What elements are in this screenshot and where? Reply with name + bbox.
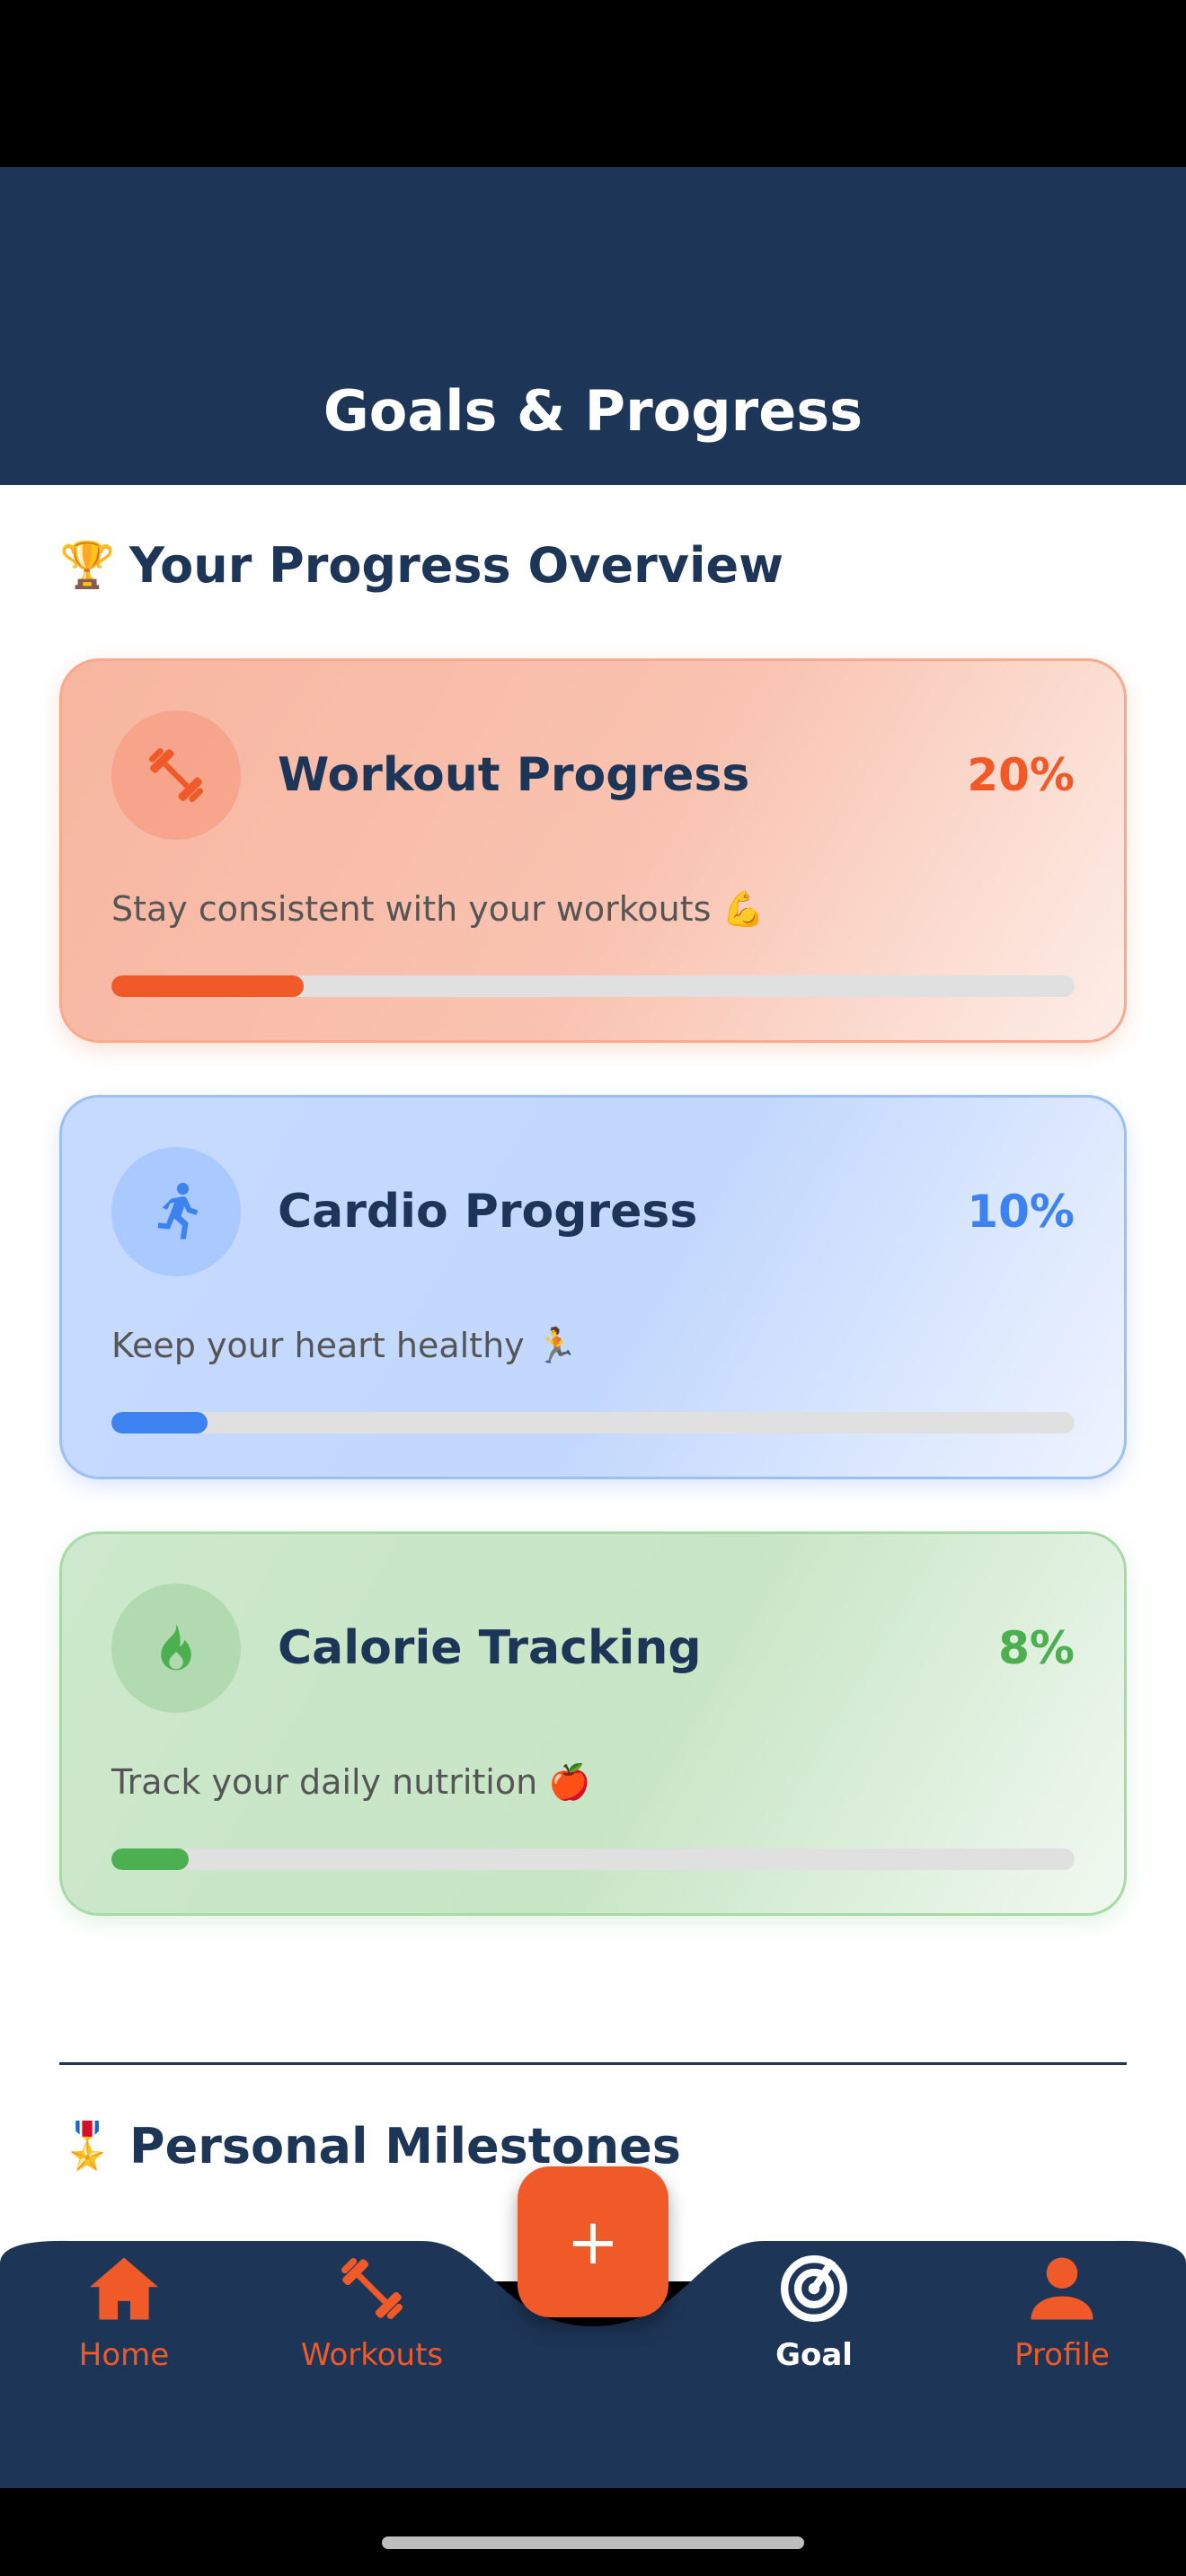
card-percent: 10% — [967, 1186, 1075, 1238]
card-percent: 20% — [967, 749, 1075, 801]
dumbbell-icon — [111, 710, 241, 840]
medal-icon: 🎖️ — [59, 2120, 116, 2172]
progress-track — [111, 975, 1075, 997]
home-icon — [90, 2257, 158, 2320]
nav-label: Home — [78, 2337, 170, 2373]
section-divider — [59, 2062, 1127, 2065]
calorie-tracking-card[interactable]: Calorie Tracking 8% Track your daily nut… — [59, 1531, 1127, 1916]
home-indicator-area — [0, 2488, 1186, 2576]
card-percent: 8% — [998, 1622, 1075, 1674]
flame-icon — [111, 1584, 241, 1713]
card-subtitle: Stay consistent with your workouts 💪 — [111, 889, 765, 929]
nav-item-home[interactable]: Home — [25, 2254, 223, 2375]
status-bar — [0, 0, 1186, 167]
nav-label: Workouts — [300, 2337, 444, 2373]
nav-item-profile[interactable]: Profile — [963, 2254, 1161, 2375]
home-indicator[interactable] — [382, 2536, 804, 2549]
card-title: Cardio Progress — [278, 1185, 698, 1239]
card-title: Workout Progress — [278, 748, 750, 802]
overview-title: Your Progress Overview — [129, 537, 783, 594]
card-title: Calorie Tracking — [278, 1621, 702, 1675]
nav-item-goal[interactable]: Goal — [715, 2254, 913, 2375]
cardio-progress-card[interactable]: Cardio Progress 10% Keep your heart heal… — [59, 1095, 1127, 1479]
plus-icon: + — [566, 2205, 620, 2279]
target-icon — [781, 2255, 847, 2322]
nav-label: Goal — [775, 2337, 853, 2373]
dumbbell-icon — [341, 2258, 403, 2319]
person-icon — [1031, 2257, 1093, 2320]
add-button[interactable]: + — [518, 2166, 668, 2317]
overview-section-heading: 🏆 Your Progress Overview — [59, 537, 783, 594]
nav-label: Profile — [1014, 2337, 1110, 2373]
page-title: Goals & Progress — [323, 378, 863, 444]
card-subtitle: Track your daily nutrition 🍎 — [111, 1762, 591, 1802]
nav-item-workouts[interactable]: Workouts — [273, 2254, 471, 2375]
card-subtitle: Keep your heart healthy 🏃 — [111, 1326, 579, 1365]
trophy-icon: 🏆 — [59, 539, 116, 591]
progress-fill — [111, 1412, 208, 1434]
progress-fill — [111, 1848, 189, 1870]
progress-fill — [111, 975, 305, 997]
progress-track — [111, 1848, 1075, 1870]
progress-track — [111, 1412, 1075, 1434]
workout-progress-card[interactable]: Workout Progress 20% Stay consistent wit… — [59, 658, 1127, 1043]
runner-icon — [111, 1147, 241, 1276]
